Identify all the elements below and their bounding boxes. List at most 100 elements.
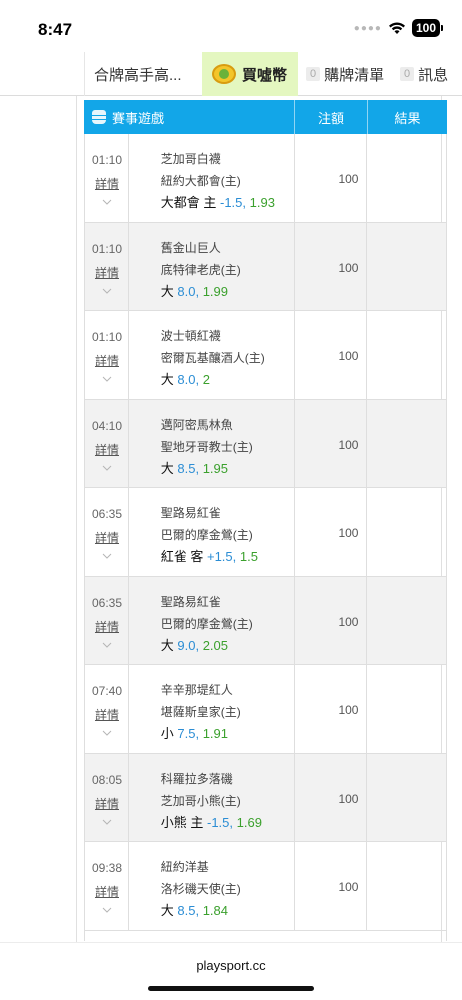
home-team: 巴爾的摩金鶯(主): [160, 616, 253, 631]
details-link[interactable]: 詳情: [85, 618, 129, 635]
pick-line: 8.0: [177, 283, 196, 299]
game-time: 01:10: [91, 153, 123, 167]
stake-cell: 100: [295, 665, 368, 753]
pick-line: -1.5: [206, 814, 230, 830]
details-link[interactable]: 詳情: [85, 706, 129, 723]
tab-expert[interactable]: 合牌高手高...: [84, 52, 202, 96]
result-cell: [367, 488, 446, 576]
pick-side: 大: [160, 372, 174, 387]
tab-messages-label: 訊息: [418, 66, 449, 84]
details-link[interactable]: 詳情: [85, 175, 129, 192]
chevron-down-icon[interactable]: [102, 635, 112, 653]
odds-separator: ,: [195, 726, 203, 741]
chevron-down-icon[interactable]: [102, 723, 112, 741]
result-cell: [367, 134, 446, 222]
pick-line: 9.0: [177, 637, 196, 653]
pick-line: 8.5: [177, 460, 196, 476]
result-cell: [367, 842, 446, 930]
home-indicator: [148, 986, 314, 991]
result-cell: [367, 311, 446, 399]
game-time: 01:10: [91, 330, 123, 344]
stake-cell: 100: [295, 222, 368, 310]
stake-cell: 100: [295, 134, 368, 222]
content-divider-left: [76, 96, 77, 942]
chevron-down-icon[interactable]: [102, 369, 112, 387]
pick-side: 小熊 主: [160, 814, 204, 830]
browser-bottom-bar: playsport.cc: [0, 942, 462, 1000]
odds-separator: ,: [195, 460, 203, 476]
away-team: 辛辛那堤紅人: [160, 683, 233, 697]
header-stake: 注額: [295, 100, 368, 134]
game-time: 01:10: [91, 241, 123, 256]
url-label[interactable]: playsport.cc: [0, 958, 462, 973]
table-row: 06:35 詳情 聖路易紅雀 巴爾的摩金鶯(主) 紅雀 客 +1.5, 1.5 100: [84, 488, 447, 577]
stake-cell: 100: [295, 842, 368, 930]
game-time: 08:05: [91, 772, 123, 787]
result-cell: [367, 754, 446, 842]
time-cell: 07:40 詳情: [85, 665, 129, 753]
status-bar: 8:47 ●●●● 100: [0, 0, 462, 52]
tab-purchase-list[interactable]: 0 購牌清單: [298, 52, 394, 96]
game-time: 06:35: [91, 507, 123, 521]
home-team: 洛杉磯天使(主): [160, 882, 241, 896]
bet-table: 賽事遊戲 注額 結果 01:10 詳情 芝加哥白襪 紐約大都會(主) 大都會 主 -1.…: [84, 100, 447, 941]
odds-separator: ,: [195, 283, 203, 299]
away-team: 邁阿密馬林魚: [160, 417, 233, 432]
home-team: 堪薩斯皇家(主): [160, 705, 241, 719]
tab-expert-label: 合牌高手高...: [94, 66, 182, 84]
chevron-down-icon[interactable]: [102, 812, 112, 830]
pick-odds: 1.93: [249, 195, 275, 210]
tab-purchase-list-label: 購牌清單: [324, 66, 385, 84]
pick: 大 8.0, 1.99: [161, 281, 294, 303]
coin-icon: [212, 64, 236, 84]
tab-messages[interactable]: 0 訊息: [394, 52, 462, 96]
chevron-down-icon[interactable]: [102, 900, 112, 918]
game-cell: 邁阿密馬林魚 聖地牙哥教士(主) 大 8.5, 1.95: [129, 399, 295, 487]
away-team: 芝加哥白襪: [160, 152, 221, 166]
pick-side: 小: [160, 726, 174, 741]
pick: 大 8.0, 2: [161, 369, 294, 391]
details-link[interactable]: 詳情: [85, 529, 129, 546]
top-tab-bar: 合牌高手高... 買噓幣 0 購牌清單 0 訊息: [0, 52, 462, 96]
battery-icon: 100: [411, 19, 444, 37]
details-link[interactable]: 詳情: [85, 883, 129, 900]
details-link[interactable]: 詳情: [85, 795, 129, 812]
table-row: 09:38 詳情 紐約洋基 洛杉磯天使(主) 大 8.5, 1.84 100: [84, 842, 447, 931]
pick: 大 8.5, 1.84: [161, 900, 294, 922]
header-game-label: 賽事遊戲: [112, 110, 165, 126]
details-link[interactable]: 詳情: [85, 264, 129, 281]
tab-buy-coins[interactable]: 買噓幣: [202, 52, 298, 96]
chevron-down-icon[interactable]: [102, 192, 112, 210]
away-team: 科羅拉多落磯: [160, 771, 233, 786]
pick-side: 大: [160, 903, 174, 918]
wifi-icon: [388, 21, 406, 35]
home-team: 紐約大都會(主): [160, 174, 241, 188]
stake-cell: 100: [295, 488, 368, 576]
chevron-down-icon[interactable]: [102, 546, 112, 564]
pick-line: 8.5: [177, 903, 196, 918]
pick-side: 大: [160, 460, 174, 476]
odds-separator: ,: [242, 195, 250, 210]
home-team: 聖地牙哥教士(主): [160, 439, 253, 454]
pick: 小熊 主 -1.5, 1.69: [161, 812, 294, 834]
pick-odds: 1.91: [202, 726, 228, 741]
pick-line: 8.0: [177, 372, 196, 387]
details-link[interactable]: 詳情: [85, 441, 129, 458]
result-cell: [367, 223, 446, 311]
game-time: 09:38: [91, 861, 123, 875]
away-team: 波士頓紅襪: [160, 329, 221, 343]
details-link[interactable]: 詳情: [85, 352, 129, 369]
stake-cell: 100: [295, 311, 368, 399]
purchase-count-badge: 0: [306, 67, 321, 81]
table-tail: [84, 930, 447, 941]
pick-line: 7.5: [177, 726, 196, 741]
result-cell: [367, 400, 446, 488]
chevron-down-icon[interactable]: [102, 281, 112, 299]
game-cell: 芝加哥白襪紐約大都會(主) 大都會 主 -1.5, 1.93: [129, 134, 295, 222]
pick: 大都會 主 -1.5, 1.93: [161, 192, 294, 214]
chevron-down-icon[interactable]: [102, 458, 112, 476]
time-cell: 04:10 詳情: [85, 399, 129, 487]
status-icons: ●●●● 100: [354, 19, 444, 37]
table-row: 04:10 詳情 邁阿密馬林魚 聖地牙哥教士(主) 大 8.5, 1.95 100: [84, 399, 447, 488]
odds-separator: ,: [195, 903, 203, 918]
